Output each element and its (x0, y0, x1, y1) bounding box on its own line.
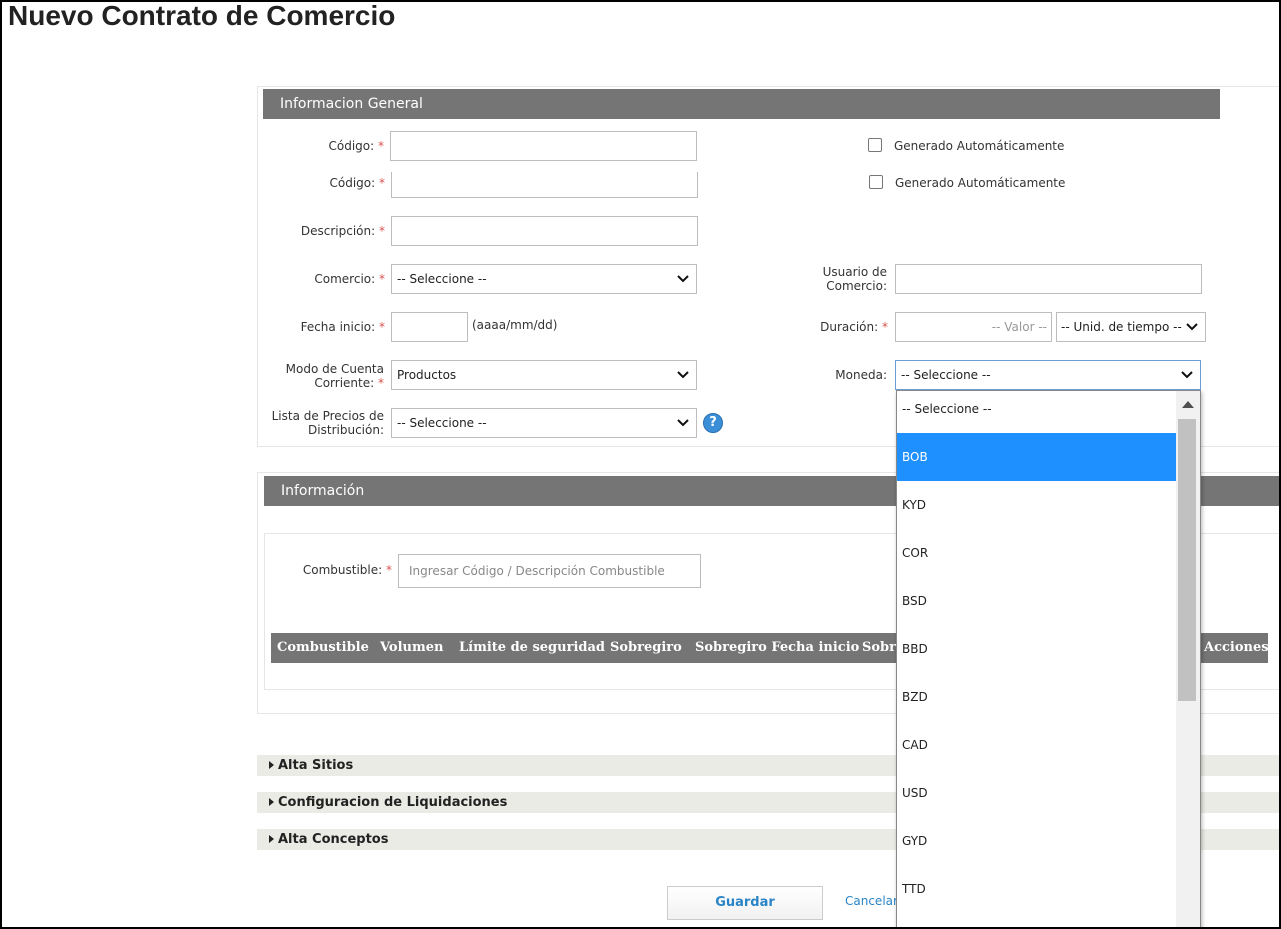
dropdown-option[interactable]: KYD (897, 481, 1176, 529)
comercio-select[interactable]: -- Seleccione -- (391, 264, 697, 294)
unidad-tiempo-value: -- Unid. de tiempo -- (1061, 320, 1182, 334)
accordion-configuracion-liquidaciones-label: Configuracion de Liquidaciones (278, 795, 508, 810)
col-combustible: Combustible (277, 640, 369, 655)
dropdown-option[interactable]: USD (897, 769, 1176, 817)
usuario-comercio-label-line2: Comercio: (826, 279, 887, 293)
descripcion-label: Descripción: * (270, 224, 385, 238)
scrollbar-thumb[interactable] (1178, 419, 1196, 701)
combustible-search-input[interactable]: Ingresar Código / Descripción Combustibl… (398, 554, 701, 588)
required-mark: * (882, 320, 888, 334)
dropdown-option[interactable]: TTD (897, 865, 1176, 913)
currency-dropdown-list[interactable]: -- Seleccione -- BOB KYD COR BSD BBD BZD… (896, 390, 1201, 929)
auto-generate-2-checkbox[interactable] (869, 175, 883, 189)
fecha-inicio-input[interactable] (391, 312, 468, 342)
auto-generate-label: Generado Automáticamente (894, 139, 1065, 153)
fecha-inicio-label-text: Fecha inicio: (300, 320, 376, 334)
codigo-label: Código: * (270, 139, 384, 153)
dropdown-option[interactable]: BSD (897, 577, 1176, 625)
duracion-value-input[interactable]: -- Valor -- (895, 312, 1052, 342)
lista-precios-label-line2: Distribución: (308, 423, 384, 437)
required-mark: * (386, 563, 392, 577)
general-info-header: Informacion General (263, 89, 1220, 119)
modo-cuenta-label-line2-text: Corriente: (314, 376, 375, 390)
combustible-label: Combustible: * (280, 563, 392, 577)
codigo-input[interactable] (390, 131, 697, 161)
help-icon[interactable]: ? (703, 413, 723, 433)
caret-right-icon (269, 835, 274, 843)
required-mark: * (379, 272, 385, 286)
required-mark: * (379, 224, 385, 238)
comercio-label-text: Comercio: (314, 272, 376, 286)
chevron-down-icon (1181, 371, 1193, 379)
modo-cuenta-label-line1: Modo de Cuenta (285, 362, 384, 376)
caret-right-icon (269, 798, 274, 806)
moneda-select[interactable]: -- Seleccione -- (895, 360, 1201, 390)
col-limite-seguridad: Límite de seguridad (459, 640, 605, 655)
scroll-up-arrow-icon[interactable] (1182, 401, 1194, 408)
comercio-label: Comercio: * (270, 272, 385, 286)
dropdown-option[interactable]: COR (897, 529, 1176, 577)
accordion-alta-conceptos-label: Alta Conceptos (278, 832, 389, 847)
dropdown-scrollbar[interactable] (1176, 391, 1200, 928)
dropdown-option[interactable]: BZD (897, 673, 1176, 721)
modo-cuenta-label: Modo de Cuenta Corriente: * (260, 362, 384, 390)
chevron-down-icon (677, 419, 689, 427)
modo-cuenta-value: Productos (397, 368, 457, 382)
duracion-label: Duración: * (790, 320, 888, 334)
col-sobregiro: Sobregiro (610, 640, 682, 655)
combustible-placeholder: Ingresar Código / Descripción Combustibl… (409, 564, 665, 578)
moneda-label: Moneda: (835, 368, 887, 382)
col-sobregiro-fecha-inicio: Sobregiro Fecha inicio (695, 640, 860, 655)
duracion-label-text: Duración: (820, 320, 879, 334)
auto-generate-2-label: Generado Automáticamente (895, 176, 1066, 190)
chevron-down-icon (677, 371, 689, 379)
fecha-inicio-label: Fecha inicio: * (270, 320, 385, 334)
modo-cuenta-label-line2: Corriente: * (260, 376, 384, 390)
col-volumen: Volumen (380, 640, 444, 655)
accordion-alta-sitios-label: Alta Sitios (278, 758, 354, 773)
codigo-2-label: Código: * (270, 176, 385, 190)
lista-precios-select[interactable]: -- Seleccione -- (391, 408, 697, 438)
modo-cuenta-select[interactable]: Productos (391, 360, 697, 390)
required-mark: * (378, 376, 384, 390)
col-acciones: Acciones (1204, 640, 1268, 655)
save-button[interactable]: Guardar (667, 886, 823, 920)
codigo-label-text: Código: (328, 139, 375, 153)
dropdown-option[interactable]: CAD (897, 721, 1176, 769)
chevron-down-icon (677, 275, 689, 283)
lista-precios-value: -- Seleccione -- (397, 416, 487, 430)
codigo-2-input[interactable] (391, 172, 698, 198)
caret-right-icon (269, 761, 274, 769)
usuario-comercio-input[interactable] (895, 264, 1202, 294)
duracion-placeholder: -- Valor -- (991, 320, 1047, 334)
auto-generate-checkbox[interactable] (868, 138, 882, 152)
chevron-down-icon (1185, 322, 1199, 332)
cancel-link[interactable]: Cancelar (845, 894, 898, 908)
lista-precios-label: Lista de Precios de Distribución: (260, 409, 384, 437)
dropdown-option-selected[interactable]: BOB (897, 433, 1176, 481)
required-mark: * (378, 139, 384, 153)
usuario-comercio-label-line1: Usuario de (822, 265, 887, 279)
usuario-comercio-label: Usuario de Comercio: (790, 265, 887, 293)
moneda-select-value: -- Seleccione -- (901, 368, 991, 382)
descripcion-input[interactable] (391, 216, 698, 246)
unidad-tiempo-select[interactable]: -- Unid. de tiempo -- (1056, 312, 1206, 342)
comercio-select-value: -- Seleccione -- (397, 272, 487, 286)
date-format-hint: (aaaa/mm/dd) (472, 318, 558, 332)
codigo-2-label-text: Código: (329, 176, 376, 190)
required-mark: * (379, 176, 385, 190)
dropdown-option[interactable]: BBD (897, 625, 1176, 673)
page-title: Nuevo Contrato de Comercio (8, 0, 396, 31)
required-mark: * (379, 320, 385, 334)
lista-precios-label-line1: Lista de Precios de (271, 409, 384, 423)
combustible-label-text: Combustible: (302, 563, 383, 577)
descripcion-label-text: Descripción: (300, 224, 376, 238)
dropdown-option[interactable]: -- Seleccione -- (897, 391, 1176, 431)
dropdown-option[interactable]: GYD (897, 817, 1176, 865)
